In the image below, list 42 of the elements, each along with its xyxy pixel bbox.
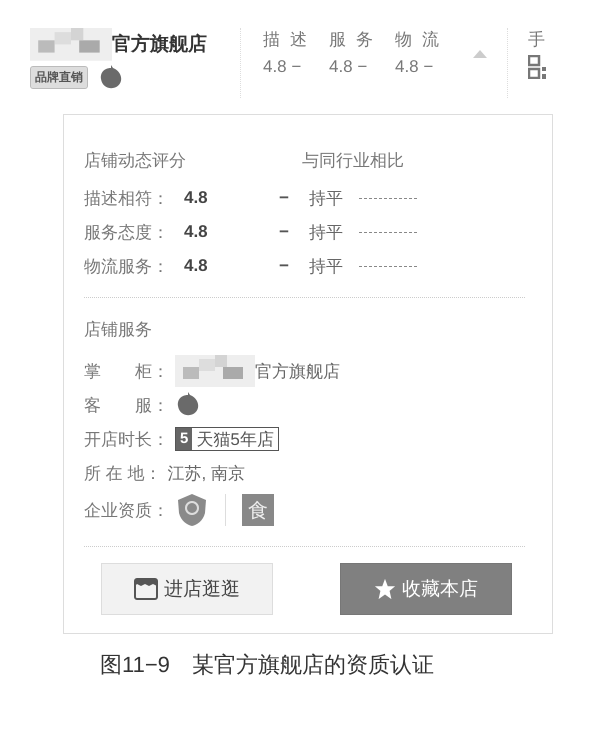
section-title: 店铺动态评分: [84, 150, 187, 172]
brand-tag: 品牌直销: [30, 66, 88, 90]
favorite-store-button[interactable]: 收藏本店: [340, 563, 512, 615]
trend-mark: −: [279, 256, 290, 276]
trend-mark: −: [279, 222, 290, 242]
service-label: 企业资质：: [84, 500, 169, 522]
comparison-text: 持平: [309, 222, 344, 244]
store-name[interactable]: 官方旗舰店: [112, 31, 207, 58]
figure-caption: 图11−9 某官方旗舰店的资质认证: [100, 651, 434, 679]
shop-age-badge: 5 天猫5年店: [175, 427, 279, 451]
location-text: 江苏, 南京: [167, 462, 245, 484]
chat-icon[interactable]: [175, 392, 201, 418]
food-license-icon[interactable]: 食: [242, 494, 274, 526]
owner-name[interactable]: 官方旗舰店: [255, 360, 340, 382]
score-value: 4.8 −: [263, 57, 302, 77]
section-title: 与同行业相比: [302, 150, 404, 172]
rating-label: 描述相符：: [84, 188, 170, 210]
shield-badge-icon[interactable]: [175, 493, 209, 527]
score-value: 4.8 −: [395, 57, 434, 77]
comparison-text: 持平: [309, 188, 344, 210]
star-icon: [374, 578, 396, 600]
rating-label: 服务态度：: [84, 222, 170, 244]
storefront-icon: [134, 577, 158, 601]
qr-code-icon[interactable]: [528, 55, 546, 79]
service-label: 开店时长：: [84, 428, 169, 450]
score-label: 物流: [395, 29, 449, 51]
comparison-text: 持平: [309, 256, 344, 278]
rating-value: 4.8: [184, 222, 209, 242]
service-label: 所 在 地：: [84, 462, 162, 484]
enter-store-button[interactable]: 进店逛逛: [101, 563, 273, 615]
mobile-label[interactable]: 手: [528, 28, 546, 51]
rating-label: 物流服务：: [84, 256, 170, 278]
score-label: 服务: [329, 29, 383, 51]
rating-value: 4.8: [184, 188, 209, 208]
section-title: 店铺服务: [84, 318, 152, 340]
score-value: 4.8 −: [329, 57, 368, 77]
service-label: 掌 柜：: [84, 360, 169, 382]
trend-mark: −: [279, 188, 290, 208]
rating-value: 4.8: [184, 256, 209, 276]
chat-icon[interactable]: [98, 64, 124, 91]
score-label: 描述: [263, 29, 317, 51]
service-label: 客 服：: [84, 394, 169, 416]
